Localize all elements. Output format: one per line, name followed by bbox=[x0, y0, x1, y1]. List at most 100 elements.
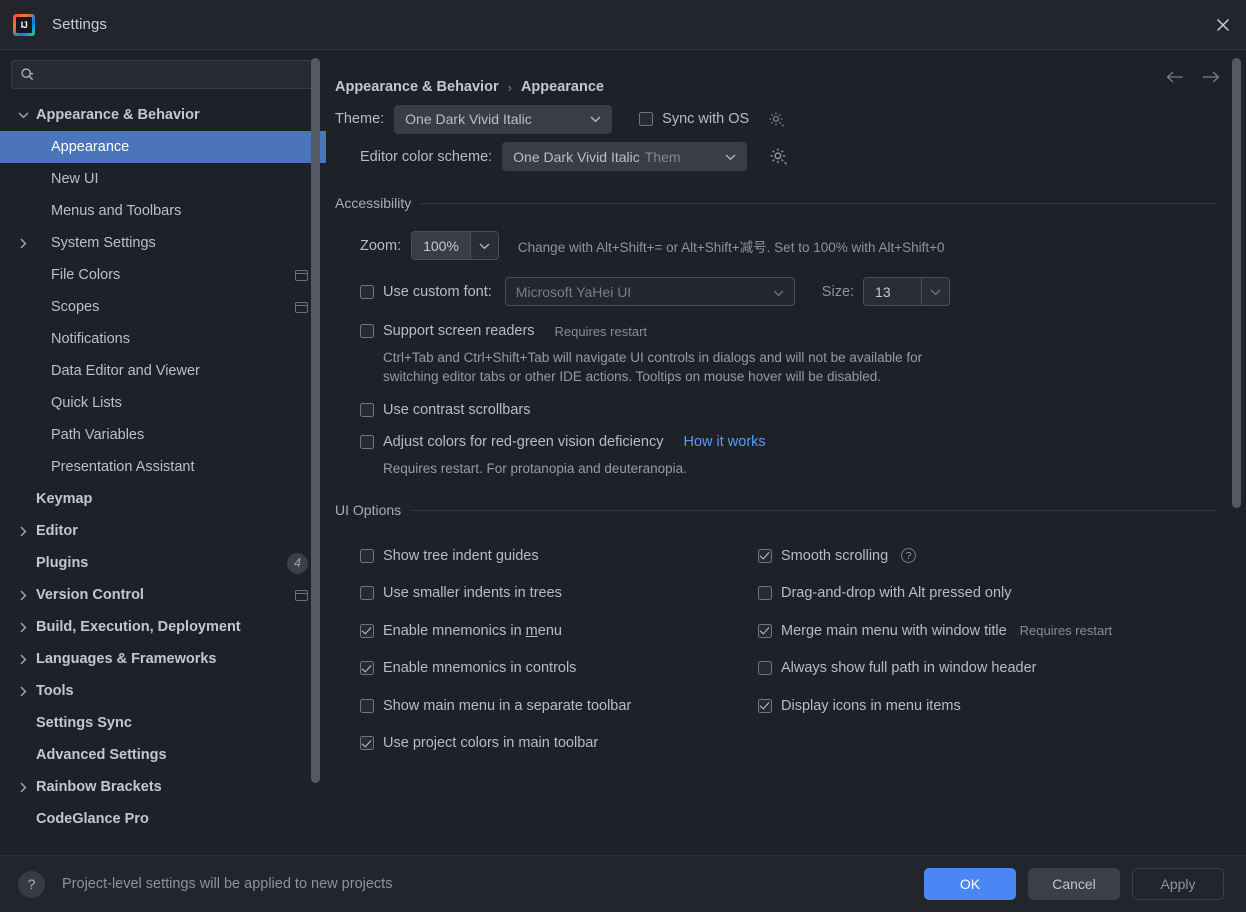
checkbox-always-show-full-path-in-window-header[interactable] bbox=[758, 661, 772, 676]
sidebar-scrollbar[interactable] bbox=[311, 50, 320, 855]
checkbox-show-tree-indent-guides[interactable] bbox=[360, 548, 374, 563]
adjust-colors-checkbox[interactable] bbox=[360, 435, 374, 449]
chevron-down-icon[interactable] bbox=[16, 108, 30, 122]
sidebar-item-settings-sync[interactable]: Settings Sync bbox=[0, 707, 326, 739]
search-input[interactable] bbox=[35, 66, 306, 83]
checkbox-merge-main-menu-with-window-title[interactable] bbox=[758, 623, 772, 638]
option-row-use-smaller-indents-in-trees[interactable]: Use smaller indents in trees bbox=[360, 575, 758, 613]
custom-font-select[interactable]: Microsoft YaHei UI bbox=[504, 277, 795, 306]
sidebar-item-quick-lists[interactable]: Quick Lists bbox=[0, 387, 326, 419]
checkbox-enable-mnemonics-in-menu[interactable] bbox=[360, 623, 374, 638]
sidebar-item-data-editor-and-viewer[interactable]: Data Editor and Viewer bbox=[0, 355, 326, 387]
checkbox-use-project-colors-in-main-toolbar[interactable] bbox=[360, 736, 374, 751]
sidebar-item-scopes[interactable]: Scopes bbox=[0, 291, 326, 323]
option-row-show-tree-indent-guides[interactable]: Show tree indent guides bbox=[360, 537, 758, 575]
option-row-enable-mnemonics-in-menu[interactable]: Enable mnemonics in menu bbox=[360, 612, 758, 650]
sidebar-item-codeglance-pro[interactable]: CodeGlance Pro bbox=[0, 803, 326, 835]
cancel-button[interactable]: Cancel bbox=[1028, 868, 1120, 900]
help-icon[interactable]: ? bbox=[901, 548, 917, 564]
chevron-right-icon[interactable] bbox=[16, 524, 30, 538]
checkbox-use-smaller-indents-in-trees[interactable] bbox=[360, 586, 374, 601]
sidebar-item-notifications[interactable]: Notifications bbox=[0, 323, 326, 355]
sidebar-item-menus-and-toolbars[interactable]: Menus and Toolbars bbox=[0, 195, 326, 227]
support-screen-readers-checkbox[interactable] bbox=[360, 324, 374, 338]
option-row-enable-mnemonics-in-controls[interactable]: Enable mnemonics in controls bbox=[360, 650, 758, 688]
contrast-scrollbars-row: Use contrast scrollbars bbox=[335, 402, 1217, 418]
main-scrollbar-thumb[interactable] bbox=[1232, 58, 1241, 508]
ok-button[interactable]: OK bbox=[924, 868, 1016, 900]
checkbox-display-icons-in-menu-items[interactable] bbox=[758, 698, 772, 713]
sidebar-item-plugins[interactable]: Plugins 4 bbox=[0, 547, 326, 579]
sidebar-item-new-ui[interactable]: New UI bbox=[0, 163, 326, 195]
sidebar-item-languages-frameworks[interactable]: Languages & Frameworks bbox=[0, 643, 326, 675]
ui-options-left-column: Show tree indent guides Use smaller inden… bbox=[360, 537, 758, 762]
option-row-show-main-menu-in-a-separate-toolbar[interactable]: Show main menu in a separate toolbar bbox=[360, 687, 758, 725]
checkbox-show-main-menu-in-a-separate-toolbar[interactable] bbox=[360, 698, 374, 713]
sidebar-item-rainbow-brackets[interactable]: Rainbow Brackets bbox=[0, 771, 326, 803]
sidebar-item-editor[interactable]: Editor bbox=[0, 515, 326, 547]
title-bar: Settings bbox=[0, 0, 1246, 50]
settings-tree[interactable]: Appearance & Behavior Appearance New UI Men… bbox=[0, 97, 326, 855]
sidebar-item-appearance[interactable]: Appearance bbox=[0, 131, 326, 163]
chevron-right-icon[interactable] bbox=[16, 236, 30, 250]
theme-row: Theme: One Dark Vivid Italic Sync with O… bbox=[335, 102, 1246, 136]
question-mark-icon[interactable]: ? bbox=[18, 870, 45, 898]
chevron-right-icon[interactable] bbox=[16, 652, 30, 666]
font-size-select[interactable]: 13 bbox=[863, 277, 951, 306]
sidebar-item-label: Editor bbox=[36, 523, 78, 539]
sidebar-item-tools[interactable]: Tools bbox=[0, 675, 326, 707]
use-contrast-scrollbars-checkbox[interactable] bbox=[360, 403, 374, 417]
option-row-merge-main-menu-with-window-title[interactable]: Merge main menu with window title Require… bbox=[758, 612, 1217, 650]
sidebar-item-file-colors[interactable]: File Colors bbox=[0, 259, 326, 291]
chevron-right-icon[interactable] bbox=[16, 684, 30, 698]
sync-with-os-label: Sync with OS bbox=[662, 111, 750, 127]
chevron-down-icon[interactable] bbox=[921, 278, 950, 305]
option-row-display-icons-in-menu-items[interactable]: Display icons in menu items bbox=[758, 687, 1217, 725]
chevron-down-icon bbox=[585, 115, 606, 123]
checkbox-smooth-scrolling[interactable] bbox=[758, 548, 772, 563]
arrow-left-icon[interactable] bbox=[1165, 70, 1185, 84]
option-row-drag-and-drop-with-alt-pressed-only[interactable]: Drag-and-drop with Alt pressed only bbox=[758, 575, 1217, 613]
sidebar-item-path-variables[interactable]: Path Variables bbox=[0, 419, 326, 451]
sidebar-scrollbar-thumb[interactable] bbox=[311, 58, 320, 783]
checkbox-label-use-smaller-indents-in-trees: Use smaller indents in trees bbox=[383, 585, 562, 602]
use-custom-font-checkbox[interactable] bbox=[360, 284, 374, 299]
search-box[interactable] bbox=[11, 60, 315, 89]
sidebar-item-label: File Colors bbox=[51, 267, 121, 283]
gear-icon[interactable] bbox=[768, 111, 785, 128]
option-row-always-show-full-path-in-window-header[interactable]: Always show full path in window header bbox=[758, 650, 1217, 688]
zoom-select[interactable]: 100% bbox=[411, 231, 499, 260]
checkbox-label-merge-main-menu-with-window-title: Merge main menu with window title bbox=[781, 622, 1007, 639]
sidebar-item-system-settings[interactable]: System Settings bbox=[0, 227, 326, 259]
chevron-right-icon[interactable] bbox=[16, 620, 30, 634]
option-row-smooth-scrolling[interactable]: Smooth scrolling? bbox=[758, 537, 1217, 575]
apply-button[interactable]: Apply bbox=[1132, 868, 1224, 900]
chevron-right-icon[interactable] bbox=[16, 780, 30, 794]
sync-with-os-row[interactable]: Sync with OS bbox=[639, 111, 749, 127]
sidebar-item-label: Presentation Assistant bbox=[51, 459, 195, 475]
chevron-right-icon[interactable] bbox=[16, 588, 30, 602]
how-it-works-link[interactable]: How it works bbox=[683, 434, 765, 450]
theme-select[interactable]: One Dark Vivid Italic bbox=[394, 104, 613, 134]
sync-with-os-checkbox[interactable] bbox=[639, 112, 654, 126]
sidebar-item-keymap[interactable]: Keymap bbox=[0, 483, 326, 515]
sidebar-item-label: Tools bbox=[36, 683, 74, 699]
settings-dialog: Settings Appearance & bbox=[0, 0, 1246, 912]
chevron-down-icon[interactable] bbox=[469, 232, 498, 259]
checkbox-drag-and-drop-with-alt-pressed-only[interactable] bbox=[758, 586, 772, 601]
editor-color-scheme-select[interactable]: One Dark Vivid Italic Them bbox=[502, 142, 748, 171]
theme-select-value: One Dark Vivid Italic bbox=[405, 111, 532, 127]
sidebar-item-build-execution-deployment[interactable]: Build, Execution, Deployment bbox=[0, 611, 326, 643]
gear-icon[interactable] bbox=[769, 147, 788, 166]
main-scrollbar[interactable] bbox=[1232, 50, 1241, 855]
sidebar-item-appearance-behavior[interactable]: Appearance & Behavior bbox=[0, 99, 326, 131]
sidebar-item-version-control[interactable]: Version Control bbox=[0, 579, 326, 611]
option-row-use-project-colors-in-main-toolbar[interactable]: Use project colors in main toolbar bbox=[360, 725, 758, 763]
arrow-right-icon[interactable] bbox=[1201, 70, 1221, 84]
sidebar-item-presentation-assistant[interactable]: Presentation Assistant bbox=[0, 451, 326, 483]
checkbox-enable-mnemonics-in-controls[interactable] bbox=[360, 661, 374, 676]
sidebar-item-advanced-settings[interactable]: Advanced Settings bbox=[0, 739, 326, 771]
close-icon[interactable] bbox=[1200, 0, 1246, 49]
breadcrumb-parent[interactable]: Appearance & Behavior bbox=[335, 79, 499, 95]
sidebar-item-label: Build, Execution, Deployment bbox=[36, 619, 241, 635]
